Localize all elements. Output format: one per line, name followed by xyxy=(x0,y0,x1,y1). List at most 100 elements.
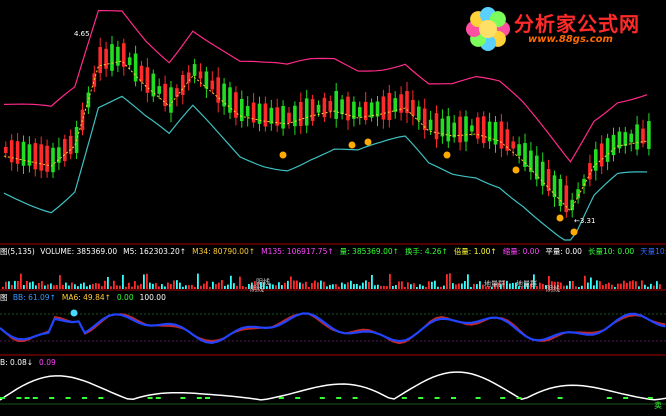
candle-body xyxy=(629,133,633,143)
volume-bar xyxy=(188,285,190,289)
volume-bar xyxy=(86,286,88,289)
sell-label: 卖 xyxy=(654,401,662,410)
candle-body xyxy=(340,99,344,115)
volume-bar xyxy=(146,273,148,289)
b-signal-tick xyxy=(557,397,563,399)
volume-bar xyxy=(398,281,400,289)
candle-body xyxy=(458,116,462,143)
volume-indicator-item: M34: 80790.00↑ xyxy=(192,247,256,256)
volume-bar xyxy=(65,282,67,289)
candle-body xyxy=(322,97,327,118)
candle-body xyxy=(245,106,250,117)
volume-bar xyxy=(59,275,61,289)
volume-bar xyxy=(242,286,244,289)
volume-bar xyxy=(125,286,127,289)
candle-body xyxy=(192,64,197,76)
signal-marker-icon xyxy=(364,138,372,146)
volume-bar xyxy=(437,286,439,289)
volume-bar xyxy=(332,284,334,289)
b-signal-tick xyxy=(336,397,342,399)
candle-body xyxy=(287,112,291,124)
volume-bar xyxy=(41,281,43,289)
volume-bar xyxy=(29,282,31,289)
candle-body xyxy=(446,116,451,142)
volume-indicator-item: 平量: 0.00 xyxy=(545,247,582,256)
candle-body xyxy=(517,144,521,156)
candle-body xyxy=(4,146,8,154)
candle-body xyxy=(535,155,539,180)
volume-bar xyxy=(563,285,565,289)
volume-info-bar: 图(5,135) VOLUME: 385369.00 M5: 162303.20↑… xyxy=(0,246,666,258)
volume-bar xyxy=(110,286,112,289)
volume-bar xyxy=(287,280,289,289)
candle-body xyxy=(564,185,569,213)
b-signal-tick xyxy=(352,397,358,399)
volume-bar xyxy=(356,283,358,289)
volume-bar xyxy=(512,282,514,289)
volume-bar xyxy=(449,273,451,289)
low-price-label: ←3.31 xyxy=(574,217,596,225)
volume-bar xyxy=(209,286,211,289)
volume-bar xyxy=(599,281,601,289)
volume-bar xyxy=(218,282,220,289)
high-price-value: 4.65 xyxy=(74,30,90,38)
candle-body xyxy=(39,144,43,171)
bb-indicator-item: 0.00 xyxy=(116,293,134,302)
volume-bar xyxy=(176,280,178,289)
site-logo[interactable]: 分析家公式网 www.88gs.com xyxy=(462,4,662,54)
volume-bar xyxy=(419,284,421,289)
volume-bar xyxy=(275,285,277,289)
volume-bar xyxy=(8,281,10,289)
volume-bar xyxy=(77,286,79,289)
volume-bar xyxy=(584,275,586,289)
volume-bar xyxy=(575,286,577,289)
b-signal-tick xyxy=(49,397,55,399)
volume-bar xyxy=(236,285,238,289)
low-price-value: 3.31 xyxy=(579,217,596,225)
b-signal-tick xyxy=(98,397,104,399)
volume-bar xyxy=(344,284,346,289)
volume-bar xyxy=(566,285,568,289)
volume-bar xyxy=(383,285,385,289)
volume-bar xyxy=(101,286,103,289)
volume-bar xyxy=(539,282,541,289)
volume-bar xyxy=(137,285,139,289)
candle-body xyxy=(63,138,67,162)
bb-oscillator-panel xyxy=(0,309,666,345)
volume-bar xyxy=(614,286,616,289)
candle-body xyxy=(464,116,468,142)
volume-bar xyxy=(23,285,25,289)
volume-bar xyxy=(203,283,205,289)
candle-body xyxy=(399,94,403,113)
candle-body xyxy=(127,57,132,66)
b-signal-tick xyxy=(32,397,38,399)
volume-bar xyxy=(143,274,145,289)
candle-body xyxy=(470,125,474,132)
volume-annotation: 地量群 xyxy=(484,280,505,288)
volume-bar xyxy=(197,273,199,289)
volume-bar xyxy=(581,285,583,289)
volume-bar xyxy=(353,284,355,289)
volume-bar xyxy=(11,284,13,289)
volume-bar xyxy=(341,282,343,289)
candle-body xyxy=(269,107,274,124)
volume-bar xyxy=(455,284,457,289)
candle-body xyxy=(434,113,439,140)
b-signal-tick xyxy=(278,397,284,399)
b-signal-tick xyxy=(16,397,22,399)
volume-bar xyxy=(296,280,298,289)
logo-title: 分析家公式网 xyxy=(514,12,640,36)
volume-bar xyxy=(26,280,28,289)
volume-bar xyxy=(632,280,634,289)
volume-bar xyxy=(362,282,364,289)
volume-bar xyxy=(14,280,16,289)
candle-body xyxy=(552,175,557,198)
volume-bar xyxy=(323,281,325,289)
candle-body xyxy=(481,116,486,144)
volume-bar xyxy=(56,284,58,289)
candle-body xyxy=(316,104,321,113)
b-indicator-panel xyxy=(0,371,666,405)
volume-bar xyxy=(458,283,460,289)
candle-body xyxy=(186,72,191,83)
volume-bar xyxy=(380,285,382,289)
